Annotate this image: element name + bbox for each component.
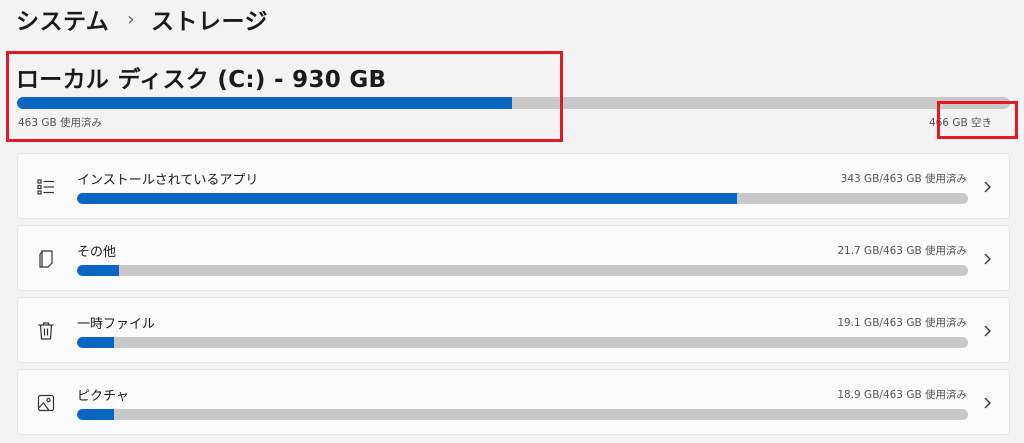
category-label: ピクチャ <box>77 389 129 404</box>
annotation-box-drive-title <box>6 51 563 142</box>
breadcrumb-separator-icon: › <box>127 8 136 30</box>
category-label: 一時ファイル <box>77 317 156 332</box>
breadcrumb-storage: ストレージ <box>151 9 269 35</box>
other-files-icon <box>36 248 56 270</box>
chevron-right-icon <box>984 325 991 337</box>
picture-icon <box>36 392 56 414</box>
storage-settings-page: システム › ストレージ ローカル ディスク (C:) - 930 GB 463… <box>0 0 1024 443</box>
chevron-right-icon <box>984 397 991 409</box>
category-installed-apps[interactable]: インストールされているアプリ 343 GB/463 GB 使用済み <box>17 153 1010 219</box>
category-usage-bar-fill <box>77 409 114 420</box>
category-label: インストールされているアプリ <box>77 173 259 188</box>
category-usage-bar <box>77 337 968 348</box>
category-usage-bar-fill <box>77 337 114 348</box>
category-pictures[interactable]: ピクチャ 18.9 GB/463 GB 使用済み <box>17 369 1010 435</box>
category-usage-text: 19.1 GB/463 GB 使用済み <box>837 317 967 329</box>
category-usage-bar-fill <box>77 265 119 276</box>
category-usage-bar-fill <box>77 193 738 204</box>
category-usage-bar <box>77 409 968 420</box>
breadcrumb-system[interactable]: システム <box>16 2 109 36</box>
trash-icon <box>36 320 56 342</box>
breadcrumb: システム › ストレージ <box>16 2 268 36</box>
annotation-box-free-space <box>937 101 1018 139</box>
category-usage-bar <box>77 193 968 204</box>
category-usage-bar <box>77 265 968 276</box>
category-usage-text: 21.7 GB/463 GB 使用済み <box>837 245 967 257</box>
category-usage-text: 18.9 GB/463 GB 使用済み <box>837 389 967 401</box>
chevron-right-icon <box>984 253 991 265</box>
category-other[interactable]: その他 21.7 GB/463 GB 使用済み <box>17 225 1010 291</box>
category-temporary-files[interactable]: 一時ファイル 19.1 GB/463 GB 使用済み <box>17 297 1010 363</box>
category-usage-text: 343 GB/463 GB 使用済み <box>840 173 967 185</box>
category-label: その他 <box>77 245 117 260</box>
chevron-right-icon <box>984 181 991 193</box>
apps-list-icon <box>36 176 56 198</box>
